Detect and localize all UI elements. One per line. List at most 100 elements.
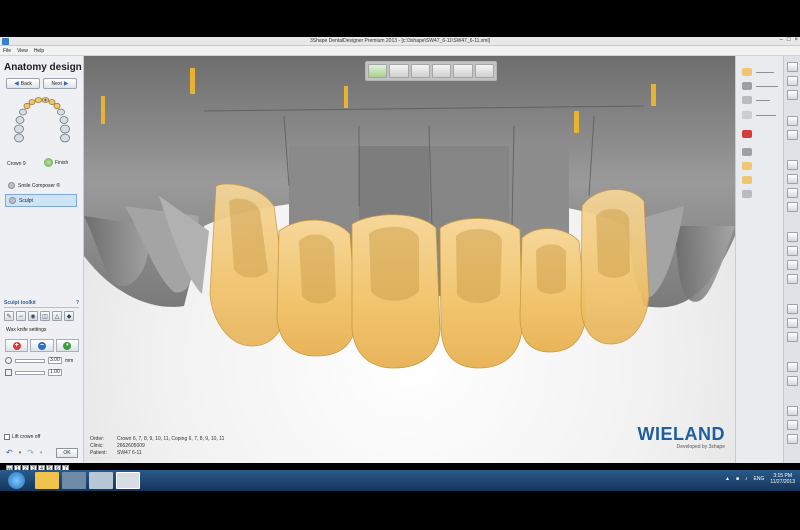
- crown-visibility-slider[interactable]: [756, 72, 774, 73]
- menu-help[interactable]: Help: [34, 48, 44, 54]
- contact-tool-icon[interactable]: ◫: [40, 311, 50, 321]
- panel-title: Anatomy design: [4, 62, 82, 73]
- strength-slider-row: 1.00: [5, 368, 79, 377]
- edit-tool-icon[interactable]: ◆: [64, 311, 74, 321]
- menu-file[interactable]: File: [3, 48, 11, 54]
- model-visibility-slider[interactable]: [756, 86, 778, 87]
- file-explorer-icon[interactable]: [35, 472, 59, 489]
- snapshot-icon[interactable]: [787, 304, 798, 314]
- antagonist-visibility-slider[interactable]: [756, 100, 770, 101]
- view-toolbar: [365, 61, 497, 81]
- occlusion-icon[interactable]: [787, 362, 798, 372]
- view-die-icon[interactable]: [453, 64, 473, 78]
- minimize-button[interactable]: –: [780, 37, 783, 43]
- pan-icon[interactable]: [787, 90, 798, 100]
- clip-icon[interactable]: [787, 130, 798, 140]
- view-settings-icon[interactable]: [474, 64, 494, 78]
- step-smile-composer[interactable]: Smile Composer ®: [5, 179, 77, 192]
- menu-view[interactable]: View: [17, 48, 28, 54]
- grid-icon[interactable]: [787, 332, 798, 342]
- section-icon[interactable]: [787, 232, 798, 242]
- measure-icon[interactable]: [787, 116, 798, 126]
- system-tray: ▲ ■ ♪ ENG 3:15 PM 11/27/2013: [725, 473, 795, 485]
- next-button[interactable]: Next ▶: [43, 78, 77, 89]
- coping-visibility-icon[interactable]: [742, 162, 752, 170]
- size-slider[interactable]: [15, 358, 45, 363]
- view-right-icon[interactable]: [787, 202, 798, 212]
- strength-value[interactable]: 1.00: [48, 369, 62, 376]
- scan-visibility-slider[interactable]: [756, 115, 776, 116]
- tray-arrow-icon[interactable]: ▲: [725, 476, 730, 482]
- close-button[interactable]: ×: [794, 37, 798, 43]
- smile-composer-icon: [8, 182, 15, 189]
- view-front-icon[interactable]: [787, 160, 798, 170]
- network-icon[interactable]: ■: [736, 476, 739, 482]
- transparency-icon[interactable]: [787, 274, 798, 284]
- monitor-app-icon[interactable]: [89, 472, 113, 489]
- distance-map-icon[interactable]: [787, 260, 798, 270]
- lift-crown-off-checkbox[interactable]: Lift crown off: [4, 434, 40, 440]
- clock[interactable]: 3:15 PM 11/27/2013: [770, 473, 795, 485]
- reset-view-icon[interactable]: [787, 406, 798, 416]
- 3d-viewport[interactable]: Order: Crown 6, 7, 8, 9, 10, 11, Coping …: [84, 56, 735, 463]
- smooth-material-button[interactable]: •: [55, 339, 79, 352]
- dental-designer-taskbar-icon[interactable]: [116, 472, 140, 489]
- maximize-button[interactable]: □: [787, 37, 791, 43]
- crown-visibility-icon[interactable]: [742, 68, 752, 76]
- smooth-tool-icon[interactable]: ∽: [16, 311, 26, 321]
- internet-explorer-icon[interactable]: [8, 472, 25, 489]
- dental-model-render[interactable]: [84, 56, 735, 463]
- volume-icon[interactable]: ♪: [745, 476, 748, 482]
- order-value: Crown 6, 7, 8, 9, 10, 11, Coping 6, 7, 8…: [117, 436, 225, 442]
- color-map-icon[interactable]: [787, 246, 798, 256]
- view-model-icon[interactable]: [368, 64, 388, 78]
- view-crown-icon[interactable]: [410, 64, 430, 78]
- camera-app-icon[interactable]: [62, 472, 86, 489]
- die-visibility-icon[interactable]: [742, 130, 752, 138]
- strength-icon: [5, 369, 12, 376]
- morph-tool-icon[interactable]: ◉: [28, 311, 38, 321]
- articulator-icon[interactable]: [787, 376, 798, 386]
- rotate-icon[interactable]: [787, 76, 798, 86]
- wax-knife-settings-label: Wax knife settings: [6, 327, 47, 333]
- step-sculpt[interactable]: Sculpt: [5, 194, 77, 207]
- brush-size-icon: [5, 357, 12, 364]
- zoom-icon[interactable]: [787, 62, 798, 72]
- finish-button[interactable]: Finish: [44, 158, 68, 167]
- undo-icon[interactable]: ↶: [6, 448, 13, 457]
- remove-material-button[interactable]: −: [30, 339, 54, 352]
- anatomy-tool-icon[interactable]: △: [52, 311, 62, 321]
- view-top-icon[interactable]: [787, 174, 798, 184]
- help-icon[interactable]: ?: [76, 300, 79, 307]
- remove-icon: −: [37, 341, 46, 350]
- ok-button[interactable]: OK: [56, 448, 78, 458]
- wax-knife-tool-icon[interactable]: ✎: [4, 311, 14, 321]
- title-bar: 3Shape DentalDesigner Premium 2013 - [c:…: [0, 37, 800, 46]
- crown-label: Crown 9: [7, 161, 26, 167]
- undo-dropdown-icon[interactable]: ▾: [19, 450, 22, 456]
- antagonist-visibility-icon[interactable]: [742, 96, 752, 104]
- language-indicator[interactable]: ENG: [754, 476, 765, 482]
- add-material-button[interactable]: +: [5, 339, 29, 352]
- redo-icon[interactable]: ↷: [27, 448, 34, 457]
- model-visibility-icon[interactable]: [742, 82, 752, 90]
- tooth-arch-selector[interactable]: [10, 96, 74, 146]
- scan-visibility-icon[interactable]: [742, 111, 752, 119]
- crown9-visibility-icon[interactable]: [742, 176, 752, 184]
- size-value[interactable]: 3.00: [48, 357, 62, 364]
- gingiva-visibility-icon[interactable]: [742, 148, 752, 156]
- fit-view-icon[interactable]: [787, 420, 798, 430]
- strength-slider[interactable]: [15, 370, 45, 375]
- size-slider-row: 3.00 mm: [5, 356, 79, 365]
- sculpt-icon: [9, 197, 16, 204]
- back-button[interactable]: ◀ Back: [6, 78, 40, 89]
- view-left-icon[interactable]: [787, 188, 798, 198]
- checkbox-box[interactable]: [4, 434, 10, 440]
- layout-icon[interactable]: [787, 318, 798, 328]
- redo-dropdown-icon[interactable]: ▾: [40, 450, 43, 456]
- fullscreen-icon[interactable]: [787, 434, 798, 444]
- view-antagonist-icon[interactable]: [389, 64, 409, 78]
- view-coping-icon[interactable]: [431, 64, 452, 78]
- visibility-panel: [735, 56, 783, 463]
- extra-visibility-icon[interactable]: [742, 190, 752, 198]
